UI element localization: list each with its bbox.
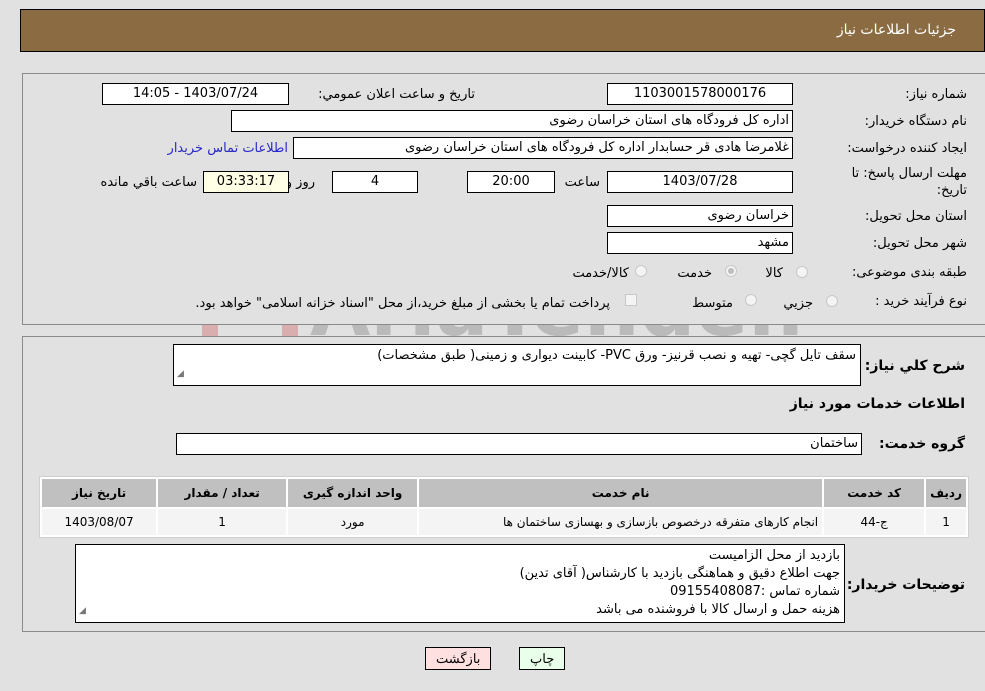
page-title: جزئیات اطلاعات نیاز — [836, 22, 956, 38]
buyer-note-line: هزینه حمل و ارسال کالا با فروشنده می باش… — [596, 602, 840, 617]
delivery-city-label: شهر محل تحویل: — [872, 236, 967, 251]
services-table-wrap: ردیف کد خدمت نام خدمت واحد اندازه گیری ت… — [39, 476, 969, 538]
category-radio-service[interactable] — [725, 265, 737, 277]
cell-unit: مورد — [288, 509, 418, 535]
cell-quantity: 1 — [158, 509, 287, 535]
deadline-date-field: 1403/07/28 — [607, 171, 793, 193]
cell-service-code: ج-44 — [824, 509, 925, 535]
deadline-time-field: 20:00 — [467, 171, 555, 193]
buyer-note-line: بازدید از محل الزامیست — [708, 548, 840, 563]
announce-datetime-label: تاریخ و ساعت اعلان عمومي: — [318, 87, 475, 102]
time-remaining-field: 03:33:17 — [203, 171, 289, 193]
buyer-org-field: اداره کل فرودگاه های استان خراسان رضوی — [231, 110, 793, 132]
service-group-label: گروه خدمت: — [879, 436, 965, 452]
requester-label: ایجاد کننده درخواست: — [847, 141, 967, 156]
description-text: سقف تایل گچی- تهیه و نصب قرنیز- ورق PVC-… — [377, 348, 856, 363]
category-label: طبقه بندی موضوعی: — [851, 265, 967, 280]
treasury-checkbox[interactable] — [625, 294, 637, 306]
requester-field: غلامرضا هادی قر حسابدار اداره کل فرودگاه… — [293, 137, 793, 159]
deadline-time-label: ساعت — [564, 175, 600, 190]
category-radio-goods-service[interactable] — [635, 265, 647, 277]
th-service-code: کد خدمت — [824, 479, 925, 507]
cell-need-date: 1403/08/07 — [42, 509, 157, 535]
table-header-row: ردیف کد خدمت نام خدمت واحد اندازه گیری ت… — [42, 479, 966, 507]
buyer-org-label: نام دستگاه خریدار: — [864, 114, 967, 129]
delivery-city-field: مشهد — [607, 232, 793, 254]
deadline-label: مهلت ارسال پاسخ: تا تاریخ: — [851, 166, 967, 198]
days-remaining-field: 4 — [332, 171, 418, 193]
page-header: جزئیات اطلاعات نیاز — [20, 9, 985, 52]
buyer-notes-textarea[interactable]: بازدید از محل الزامیست جهت اطلاع دقیق و … — [75, 544, 845, 623]
print-button[interactable]: چاپ — [519, 647, 566, 670]
delivery-province-field: خراسان رضوی — [607, 205, 793, 227]
treasury-note: پرداخت تمام یا بخشی از مبلغ خرید،از محل … — [195, 296, 610, 311]
th-need-date: تاریخ نیاز — [42, 479, 157, 507]
buyer-note-line: جهت اطلاع دقیق و هماهنگی بازدید با کارشن… — [519, 566, 840, 581]
buyer-notes-label: توضیحات خریدار: — [846, 577, 965, 593]
service-group-field: ساختمان — [176, 433, 862, 455]
process-radio-minor[interactable] — [826, 295, 838, 307]
resize-grip-icon[interactable]: ◢ — [79, 602, 86, 620]
process-option-medium: متوسط — [692, 296, 733, 311]
resize-grip-icon[interactable]: ◢ — [177, 366, 184, 383]
services-table: ردیف کد خدمت نام خدمت واحد اندازه گیری ت… — [39, 476, 969, 538]
delivery-province-label: استان محل تحویل: — [865, 209, 967, 224]
purchase-process-label: نوع فرآیند خرید : — [875, 294, 967, 309]
category-option-service: خدمت — [677, 266, 712, 281]
cell-row-number: 1 — [926, 509, 966, 535]
announce-datetime-field: 1403/07/24 - 14:05 — [102, 83, 289, 105]
services-heading: اطلاعات خدمات مورد نیاز — [789, 396, 965, 412]
category-option-goods-service: کالا/خدمت — [572, 266, 629, 281]
th-unit: واحد اندازه گیری — [288, 479, 418, 507]
category-radio-goods[interactable] — [796, 266, 808, 278]
th-row-number: ردیف — [926, 479, 966, 507]
th-service-name: نام خدمت — [419, 479, 823, 507]
need-number-field: 1103001578000176 — [607, 83, 793, 105]
days-label: روز و — [285, 175, 315, 190]
table-row: 1 ج-44 انجام کارهای متفرقه درخصوص بازساز… — [42, 509, 966, 535]
buyer-contact-link[interactable]: اطلاعات تماس خریدار — [168, 141, 288, 156]
time-remaining-label: ساعت باقي مانده — [100, 175, 197, 190]
need-number-label: شماره نیاز: — [905, 87, 967, 102]
cell-service-name: انجام کارهای متفرقه درخصوص بازسازی و بهس… — [419, 509, 823, 535]
process-radio-medium[interactable] — [745, 294, 757, 306]
description-label: شرح كلي نياز: — [864, 358, 965, 374]
back-button[interactable]: بازگشت — [425, 647, 492, 670]
category-option-goods: کالا — [765, 266, 783, 281]
th-quantity: تعداد / مقدار — [158, 479, 287, 507]
buyer-note-line: شماره تماس :09155408087 — [669, 584, 840, 599]
description-textarea[interactable]: سقف تایل گچی- تهیه و نصب قرنیز- ورق PVC-… — [173, 344, 861, 386]
process-option-minor: جزيي — [783, 296, 813, 311]
